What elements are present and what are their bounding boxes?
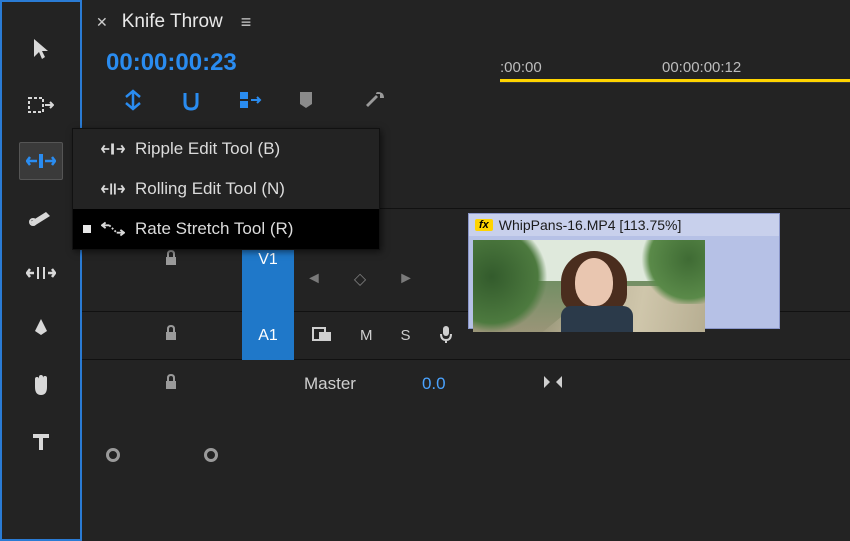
next-keyframe-icon[interactable]: ►: [398, 270, 414, 288]
fx-badge[interactable]: fx: [475, 219, 493, 231]
ruler-tick: :00:00: [500, 59, 542, 76]
lock-icon[interactable]: [164, 373, 178, 396]
rate-stretch-icon: [101, 221, 125, 237]
add-keyframe-icon[interactable]: ◇: [354, 269, 366, 289]
ripple-edit-tool[interactable]: [19, 142, 63, 180]
flyout-label: Ripple Edit Tool (B): [135, 139, 280, 159]
flyout-label: Rolling Edit Tool (N): [135, 179, 285, 199]
sequence-tabbar: ✕ Knife Throw ≡: [82, 0, 850, 44]
selection-tool[interactable]: [19, 30, 63, 68]
flyout-label: Rate Stretch Tool (R): [135, 219, 293, 239]
stereo-icon[interactable]: [542, 374, 564, 395]
time-ruler[interactable]: :00:00 00:00:00:12: [500, 82, 850, 118]
razor-tool[interactable]: [19, 198, 63, 236]
timeline-panel: ✕ Knife Throw ≡ 00:00:00:23 :00:00 00:00…: [82, 0, 850, 541]
flyout-rate-stretch[interactable]: Rate Stretch Tool (R): [73, 209, 379, 249]
slip-tool[interactable]: [19, 254, 63, 292]
sync-lock-icon[interactable]: [312, 326, 332, 346]
sequence-title[interactable]: Knife Throw: [122, 11, 223, 33]
lock-icon[interactable]: [164, 324, 178, 347]
pen-tool[interactable]: [19, 310, 63, 348]
work-area-bar[interactable]: [500, 79, 850, 82]
linked-selection-icon[interactable]: [238, 89, 262, 111]
type-tool[interactable]: [19, 422, 63, 460]
clip-thumbnail: [473, 240, 705, 332]
playhead-timecode[interactable]: 00:00:00:23: [106, 49, 237, 77]
lock-icon[interactable]: [164, 249, 178, 272]
ripple-edit-icon: [101, 141, 125, 157]
zoom-handle-right[interactable]: [204, 448, 218, 462]
mute-button[interactable]: M: [360, 327, 373, 344]
panel-menu-icon[interactable]: ≡: [237, 12, 252, 33]
video-clip[interactable]: fx WhipPans-16.MP4 [113.75%]: [468, 213, 780, 329]
edit-tool-flyout: Ripple Edit Tool (B) Rolling Edit Tool (…: [72, 128, 380, 250]
marker-icon[interactable]: [298, 90, 314, 110]
master-volume[interactable]: 0.0: [356, 374, 446, 394]
wrench-icon[interactable]: [364, 89, 386, 111]
zoom-handle-left[interactable]: [106, 448, 120, 462]
zoom-scrollbar[interactable]: [82, 408, 850, 462]
flyout-ripple-edit[interactable]: Ripple Edit Tool (B): [73, 129, 379, 169]
prev-keyframe-icon[interactable]: ◄: [306, 270, 322, 288]
close-icon[interactable]: ✕: [96, 14, 108, 31]
snap-icon[interactable]: [180, 89, 202, 111]
solo-button[interactable]: S: [401, 327, 411, 344]
rolling-edit-icon: [101, 181, 125, 197]
insert-overwrite-icon[interactable]: [122, 89, 144, 111]
track-select-tool[interactable]: [19, 86, 63, 124]
tool-palette: [0, 0, 82, 541]
track-target-a1[interactable]: A1: [242, 312, 294, 360]
timeline-options: [82, 82, 500, 118]
flyout-rolling-edit[interactable]: Rolling Edit Tool (N): [73, 169, 379, 209]
ruler-tick: 00:00:00:12: [662, 59, 741, 76]
keyframe-nav: ◄ ◇ ►: [294, 269, 454, 289]
master-track: Master 0.0: [82, 360, 850, 408]
hand-tool[interactable]: [19, 366, 63, 404]
voiceover-icon[interactable]: [439, 324, 453, 348]
master-label: Master: [294, 374, 356, 394]
clip-label: WhipPans-16.MP4 [113.75%]: [499, 217, 682, 233]
